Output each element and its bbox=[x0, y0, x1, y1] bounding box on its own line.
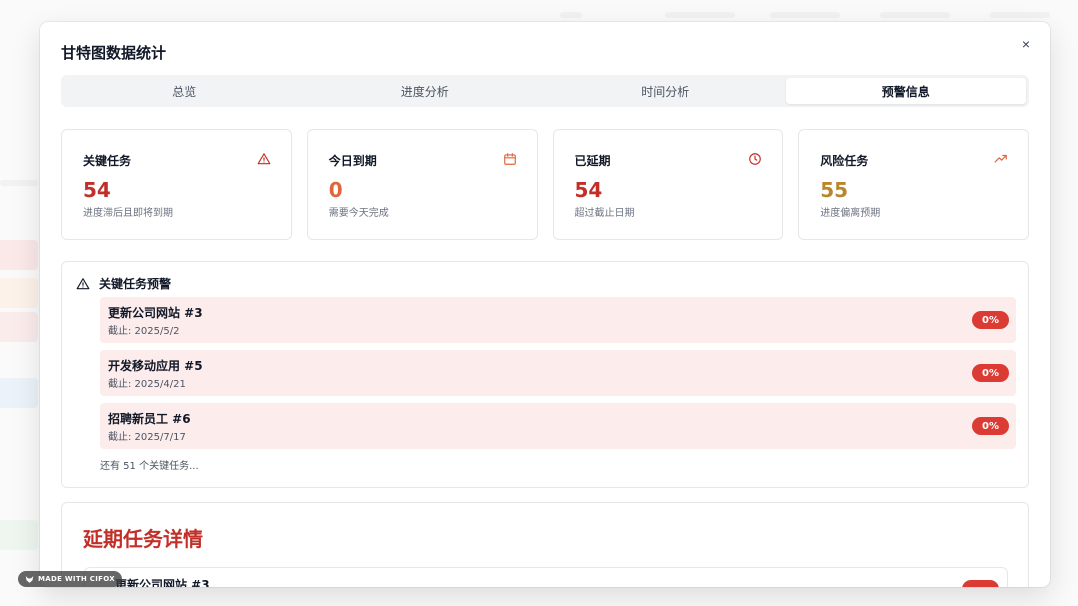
progress-badge: 0% bbox=[972, 364, 1009, 382]
stat-value: 55 bbox=[820, 178, 849, 202]
stat-value: 54 bbox=[83, 178, 111, 202]
task-name: 开发移动应用 #5 bbox=[108, 359, 203, 373]
task-due-date: 截止: 2025/5/2 bbox=[108, 326, 180, 337]
stat-label: 已延期 bbox=[574, 154, 611, 168]
clock-icon bbox=[749, 153, 762, 165]
task-name: 更新公司网站 #3 bbox=[115, 578, 210, 587]
trending-up-icon bbox=[994, 154, 1007, 163]
stat-description: 进度偏离预期 bbox=[820, 208, 881, 219]
progress-badge: 0% bbox=[972, 417, 1009, 435]
tab-progress-analysis[interactable]: 进度分析 bbox=[305, 78, 546, 104]
stat-label: 风险任务 bbox=[820, 154, 869, 168]
progress-badge: 0% bbox=[972, 311, 1009, 329]
task-name: 更新公司网站 #3 bbox=[108, 306, 203, 320]
watermark-text: MADE WITH CIFOX bbox=[38, 575, 115, 583]
stat-description: 需要今天完成 bbox=[328, 208, 389, 219]
stat-description: 超过截止日期 bbox=[574, 208, 635, 219]
stat-value: 0 bbox=[328, 178, 343, 202]
tab-time-analysis[interactable]: 时间分析 bbox=[545, 78, 786, 104]
statistics-dialog: 甘特图数据统计 × 总览 进度分析 时间分析 预警信息 关键任务 54 进度滞后… bbox=[40, 22, 1050, 587]
tab-overview[interactable]: 总览 bbox=[64, 78, 305, 104]
list-item[interactable]: 更新公司网站 #3 截止: 2025/5/2 0% bbox=[100, 297, 1016, 343]
calendar-icon bbox=[503, 153, 516, 165]
panel-title: 关键任务预警 bbox=[99, 277, 172, 291]
task-due-date: 截止: 2025/4/21 bbox=[108, 379, 186, 390]
progress-badge bbox=[962, 580, 999, 587]
stat-cards: 关键任务 54 进度滞后且即将到期 今日到期 0 需要今天完成 已延期 54 超… bbox=[61, 129, 1029, 240]
list-item[interactable]: 开发移动应用 #5 截止: 2025/4/21 0% bbox=[100, 350, 1016, 396]
stat-card-critical: 关键任务 54 进度滞后且即将到期 bbox=[61, 129, 292, 240]
list-item[interactable]: 更新公司网站 #3 bbox=[84, 567, 1008, 587]
stat-card-due-today: 今日到期 0 需要今天完成 bbox=[306, 129, 538, 240]
tab-alerts[interactable]: 预警信息 bbox=[785, 78, 1026, 104]
stat-card-overdue: 已延期 54 超过截止日期 bbox=[552, 129, 784, 240]
dialog-title: 甘特图数据统计 bbox=[61, 44, 167, 62]
stat-description: 进度滞后且即将到期 bbox=[83, 208, 173, 219]
made-with-badge[interactable]: MADE WITH CIFOX bbox=[18, 571, 122, 587]
stat-label: 关键任务 bbox=[83, 154, 132, 168]
critical-alert-panel: 关键任务预警 更新公司网站 #3 截止: 2025/5/2 0% 开发移动应用 … bbox=[61, 261, 1029, 488]
fox-logo-icon bbox=[25, 575, 34, 583]
list-item[interactable]: 招聘新员工 #6 截止: 2025/7/17 0% bbox=[100, 403, 1016, 449]
stat-value: 54 bbox=[574, 178, 603, 202]
overdue-details-panel: 延期任务详情 更新公司网站 #3 bbox=[61, 502, 1029, 587]
stat-label: 今日到期 bbox=[328, 154, 377, 168]
warning-triangle-icon bbox=[76, 277, 90, 289]
stat-card-risk: 风险任务 55 进度偏离预期 bbox=[798, 129, 1029, 240]
close-button[interactable]: × bbox=[1016, 34, 1036, 54]
panel-header: 关键任务预警 bbox=[76, 275, 171, 292]
warning-triangle-icon bbox=[257, 153, 271, 165]
tab-bar: 总览 进度分析 时间分析 预警信息 bbox=[61, 75, 1029, 107]
section-title: 延期任务详情 bbox=[83, 527, 203, 551]
more-tasks-note: 还有 51 个关键任务... bbox=[100, 461, 199, 472]
critical-task-list: 更新公司网站 #3 截止: 2025/5/2 0% 开发移动应用 #5 截止: … bbox=[100, 297, 1016, 456]
task-name: 招聘新员工 #6 bbox=[108, 412, 191, 426]
task-due-date: 截止: 2025/7/17 bbox=[108, 432, 186, 443]
